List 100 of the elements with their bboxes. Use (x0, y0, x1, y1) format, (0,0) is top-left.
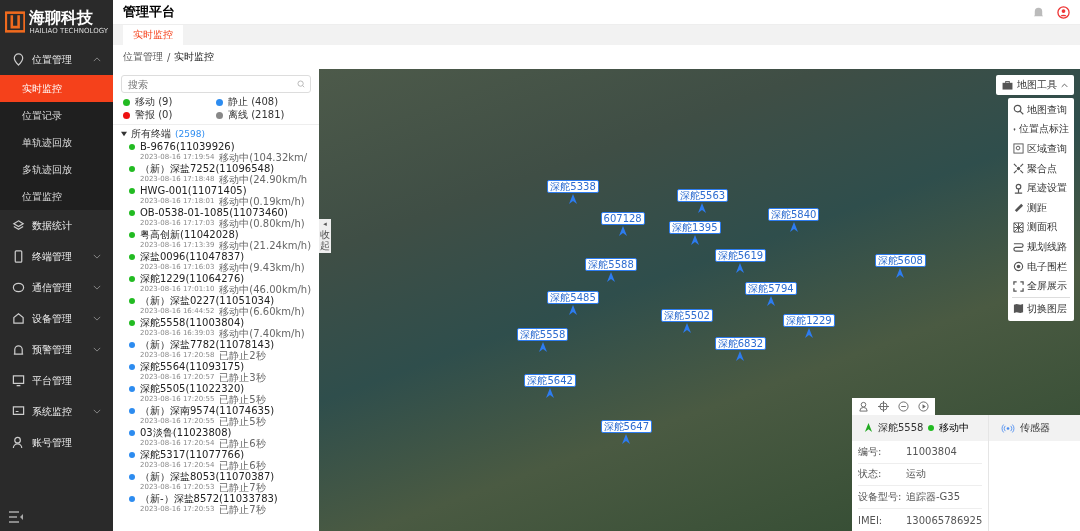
field-value: 130065786925 (906, 514, 983, 526)
locate-icon[interactable] (878, 401, 889, 412)
sidebar-menu-item[interactable]: 终端管理 (0, 241, 113, 272)
chevron-icon (1061, 82, 1068, 88)
map-tool-item[interactable]: 位置点标注 (1008, 119, 1074, 140)
vessel-status: 已静止5秒 (219, 416, 266, 427)
ship-label[interactable]: 深舵6832 (714, 336, 767, 350)
vessel-status: 已静止3秒 (219, 372, 266, 383)
sidebar-menu-item[interactable]: 数据统计 (0, 210, 113, 241)
user-avatar-icon[interactable] (1057, 5, 1070, 19)
map-tool-item[interactable]: 测距 (1008, 197, 1074, 218)
submenu-item[interactable]: 实时监控 (0, 75, 113, 102)
sidebar-menu-item[interactable]: 设备管理 (0, 303, 113, 334)
ship-label[interactable]: 深舵5794 (745, 281, 797, 295)
ship-label[interactable]: 深舵5608 (874, 253, 926, 267)
vessel-status: 移动中(46.00km/h) (219, 284, 312, 295)
status-dot (928, 424, 935, 431)
vessel-name[interactable]: 03淡鲁(11023808) (140, 427, 232, 438)
ship-marker-icon (864, 423, 873, 433)
ship-label[interactable]: 深舵5563 (676, 189, 729, 203)
sidebar-menu-item[interactable]: 系统监控 (0, 396, 113, 427)
sidebar-menu-item[interactable]: 通信管理 (0, 272, 113, 303)
sensor-tab[interactable]: 传感器 (989, 415, 1080, 441)
vessel-name[interactable]: （新）深盐7782(11078143) (140, 339, 275, 350)
menu-icon (12, 436, 25, 449)
vessel-name[interactable]: 深舵1229(11064276) (140, 273, 245, 284)
legend-label: 移动 (9) (135, 96, 173, 108)
signal-waves-icon (1001, 423, 1016, 433)
vessel-status: 已静止6秒 (219, 460, 266, 471)
map-tool-item[interactable]: 区域查询 (1008, 139, 1074, 159)
ship-label[interactable]: 深舵5840 (768, 207, 820, 221)
field-label: 编号: (858, 444, 883, 459)
sidebar-menu-item[interactable]: 账号管理 (0, 427, 113, 458)
notification-bell-icon[interactable] (1032, 5, 1045, 19)
vessel-name[interactable]: OB-0538-01-1085(11073460) (140, 207, 288, 218)
menu-icon (12, 219, 25, 232)
ship-label[interactable]: 深舵5588 (585, 258, 637, 272)
sidebar-menu-item[interactable]: 预警管理 (0, 334, 113, 365)
vessel-status: 移动中(24.90km/h (219, 174, 308, 185)
vessel-name[interactable]: 粤高创新(11042028) (140, 229, 239, 240)
ship-label[interactable]: 深舵5485 (547, 290, 599, 304)
vessel-status: 已静止7秒 (219, 504, 266, 515)
logo-icon (5, 10, 26, 34)
map-tool-item[interactable]: 尾迹设置 (1008, 178, 1074, 198)
ship-label[interactable]: 深舵5338 (547, 179, 599, 193)
page-tab[interactable]: 实时监控 (123, 25, 183, 45)
vessel-name[interactable]: 深舵5317(11077766) (140, 449, 245, 460)
ship-marker-icon[interactable] (568, 304, 578, 315)
menu-collapse-icon[interactable] (8, 511, 24, 523)
person-icon[interactable] (858, 401, 869, 412)
tool-icon (1013, 104, 1024, 116)
map-tool-item[interactable]: 电子围栏 (1008, 256, 1074, 277)
vessel-status: 移动中(21.24km/h) (219, 240, 312, 251)
sidebar-menu-item[interactable]: 平台管理 (0, 365, 113, 396)
submenu-item[interactable]: 单轨迹回放 (0, 129, 113, 156)
vessel-status: 移动中(7.40km/h) (219, 328, 305, 339)
ship-label[interactable]: 深舵1395 (669, 221, 721, 235)
vessel-status: 已静止6秒 (219, 438, 266, 449)
submenu-item[interactable]: 位置监控 (0, 183, 113, 210)
play-icon[interactable] (918, 401, 929, 412)
vessel-name[interactable]: 深舵5505(11022320) (140, 383, 245, 394)
map-tool-item[interactable]: 全屏展示 (1008, 276, 1074, 296)
ship-label[interactable]: 深舵5619 (714, 249, 767, 263)
toolbox-icon (1002, 80, 1013, 90)
ship-marker-icon[interactable] (568, 193, 578, 204)
ship-label[interactable]: 深舵5647 (600, 420, 652, 434)
page-title: 管理平台 (123, 3, 176, 21)
map-tools-button[interactable]: 地图工具 (996, 75, 1074, 95)
search-field[interactable]: 搜索 (121, 75, 311, 93)
submenu-item[interactable]: 位置记录 (0, 102, 113, 129)
map-tool-item[interactable]: 规划线路 (1008, 237, 1074, 257)
satellite-map-placeholder[interactable] (319, 69, 1080, 531)
vessel-name[interactable]: 深盐0096(11047837) (140, 251, 245, 262)
vessel-name[interactable]: （新）深南9574(11074635) (140, 405, 275, 416)
map-tool-item[interactable]: 切换图层 (1008, 298, 1074, 319)
vessel-name[interactable]: （新）深盐7252(11096548) (140, 163, 275, 174)
legend-label: 警报 (0) (135, 109, 173, 121)
tool-icon (1013, 303, 1024, 315)
vessel-name[interactable]: B-9676(11039926) (140, 141, 235, 152)
vessel-name[interactable]: （新）深盐8053(11070387) (140, 471, 275, 482)
vessel-name[interactable]: 深舵5564(11093175) (140, 361, 245, 372)
ship-label[interactable]: 607128 (600, 212, 645, 226)
tree-root-node[interactable]: 所有终端 (2598) (121, 127, 205, 141)
sidebar-menu-item[interactable]: 位置管理 (0, 44, 113, 75)
minus-circle-icon[interactable] (898, 401, 909, 412)
map-tool-item[interactable]: 测面积 (1008, 217, 1074, 238)
ship-label[interactable]: 深舵5502 (661, 309, 713, 323)
vessel-name[interactable]: （新）深盐0227(11051034) (140, 295, 275, 306)
vessel-name[interactable]: HWG-001(11071405) (140, 185, 247, 196)
ship-label[interactable]: 深舵5642 (524, 373, 576, 387)
ship-label[interactable]: 深舵5558 (516, 327, 569, 341)
map-tool-item[interactable]: 地图查询 (1008, 100, 1074, 120)
ship-label[interactable]: 深舵1229 (783, 313, 835, 327)
tool-icon (1013, 221, 1024, 233)
submenu-item[interactable]: 多轨迹回放 (0, 156, 113, 183)
vessel-name[interactable]: （新-）深盐8572(11033783) (140, 493, 278, 504)
breadcrumb-item[interactable]: 位置管理 (123, 50, 163, 64)
map-tool-item[interactable]: 聚合点 (1008, 158, 1074, 179)
vessel-name[interactable]: 深舵5558(11003804) (140, 317, 245, 328)
tool-icon (1013, 280, 1024, 292)
